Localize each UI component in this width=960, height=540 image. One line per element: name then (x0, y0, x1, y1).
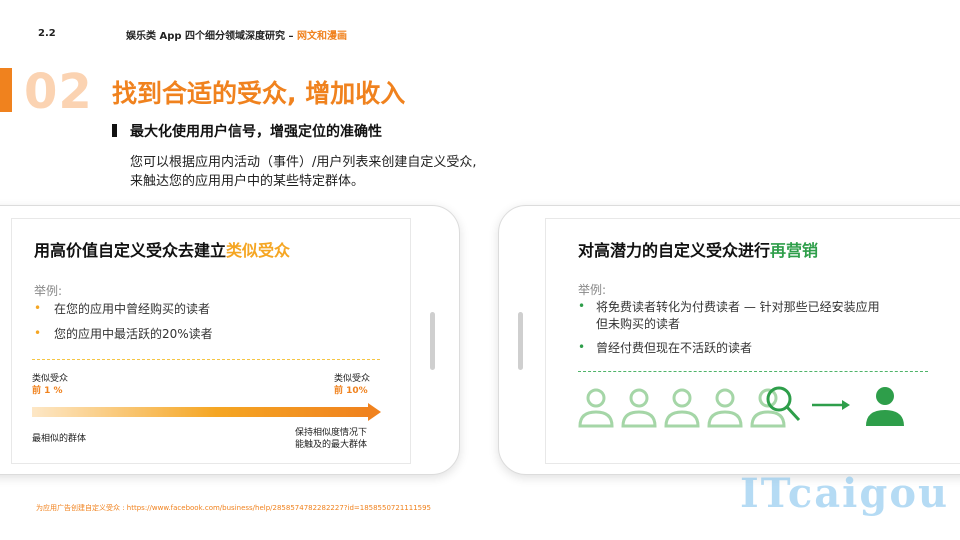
right-card-title: 对高潜力的自定义受众进行再营销 (578, 237, 818, 261)
right-bullet-2: 曾经付费但现在不活跃的读者 (596, 341, 753, 355)
scale-right-label-line1: 类似受众 (334, 374, 371, 384)
description-line-1: 您可以根据应用内活动（事件）/用户列表来创建自定义受众, (130, 155, 477, 170)
arrow-right-icon (812, 400, 850, 410)
bullet-dot: • (578, 340, 586, 354)
bullet-dot: • (578, 299, 586, 313)
bullet-dot: • (34, 326, 42, 340)
right-phone-screen: 对高潜力的自定义受众进行再营销 举例: • 将免费读者转化为付费读者 — 针对那… (545, 218, 960, 464)
similarity-arrow-bar (32, 407, 368, 417)
person-outline-icon (707, 388, 743, 428)
person-outline-icon (621, 388, 657, 428)
left-bullet-2: 您的应用中最活跃的20%读者 (54, 327, 213, 341)
person-outline-icon (664, 388, 700, 428)
header-title: 娱乐类 App 四个细分领域深度研究 – 网文和漫画 (126, 27, 347, 42)
right-bullet-1: 将免费读者转化为付费读者 — 针对那些已经安装应用 但未购买的读者 (596, 299, 880, 333)
subtitle-marker (112, 124, 117, 137)
dashed-divider (578, 371, 928, 372)
scale-right-caption-line2: 能触及的最大群体 (295, 440, 368, 450)
scale-right-percent: 前 10% (334, 386, 368, 396)
scale-left-label-line1: 类似受众 (32, 374, 69, 384)
scale-left-label: 类似受众 前 1 % (32, 373, 68, 397)
right-bullet-1-line1: 将免费读者转化为付费读者 — 针对那些已经安装应用 (596, 300, 880, 314)
scale-right-caption: 保持相似度情况下 能触及的最大群体 (295, 427, 367, 451)
left-card-title-highlight: 类似受众 (226, 241, 291, 260)
scale-left-caption: 最相似的群体 (32, 434, 87, 444)
right-card-title-main: 对高潜力的自定义受众进行 (578, 241, 771, 260)
description-line-2: 来触达您的应用用户中的某些特定群体。 (130, 174, 365, 189)
big-number: 02 (24, 64, 93, 120)
orange-side-bar (0, 68, 12, 112)
right-bullet-1-line2: 但未购买的读者 (596, 317, 681, 331)
section-number: 2.2 (38, 28, 56, 39)
slide-subtitle: 最大化使用用户信号，增强定位的准确性 (130, 124, 382, 140)
header-title-main: 娱乐类 App 四个细分领域深度研究 – (126, 31, 297, 42)
left-card-title: 用高价值自定义受众去建立类似受众 (34, 237, 290, 261)
right-phone-frame: 对高潜力的自定义受众进行再营销 举例: • 将免费读者转化为付费读者 — 针对那… (498, 205, 960, 475)
left-phone-screen: 用高价值自定义受众去建立类似受众 举例: • 在您的应用中曾经购买的读者 • 您… (11, 218, 411, 464)
person-outline-icon (578, 388, 614, 428)
phone-button (518, 312, 523, 370)
person-solid-icon (866, 387, 904, 426)
right-card-title-highlight: 再营销 (770, 241, 819, 260)
right-example-label: 举例: (578, 283, 607, 297)
source-link[interactable]: 为应用广告创建自定义受众 : https://www.facebook.com/… (36, 503, 431, 513)
phone-button (430, 312, 435, 370)
left-phone-frame: 用高价值自定义受众去建立类似受众 举例: • 在您的应用中曾经购买的读者 • 您… (0, 205, 460, 475)
slide-title: 找到合适的受众, 增加收入 (112, 79, 406, 108)
header-title-accent: 网文和漫画 (296, 31, 347, 42)
left-bullet-1: 在您的应用中曾经购买的读者 (54, 302, 211, 316)
left-example-label: 举例: (34, 284, 63, 298)
left-card-title-main: 用高价值自定义受众去建立 (34, 241, 227, 260)
scale-left-percent: 前 1 % (32, 386, 63, 396)
slide-description: 您可以根据应用内活动（事件）/用户列表来创建自定义受众, 来触达您的应用用户中的… (130, 153, 477, 191)
scale-right-caption-line1: 保持相似度情况下 (295, 428, 368, 438)
scale-right-label: 类似受众 前 10% (334, 373, 370, 397)
bullet-dot: • (34, 301, 42, 315)
dashed-divider (32, 359, 380, 360)
arrow-right-icon (368, 403, 381, 421)
audience-illustration (578, 386, 904, 428)
watermark-logo: ITcaigou (740, 470, 950, 517)
